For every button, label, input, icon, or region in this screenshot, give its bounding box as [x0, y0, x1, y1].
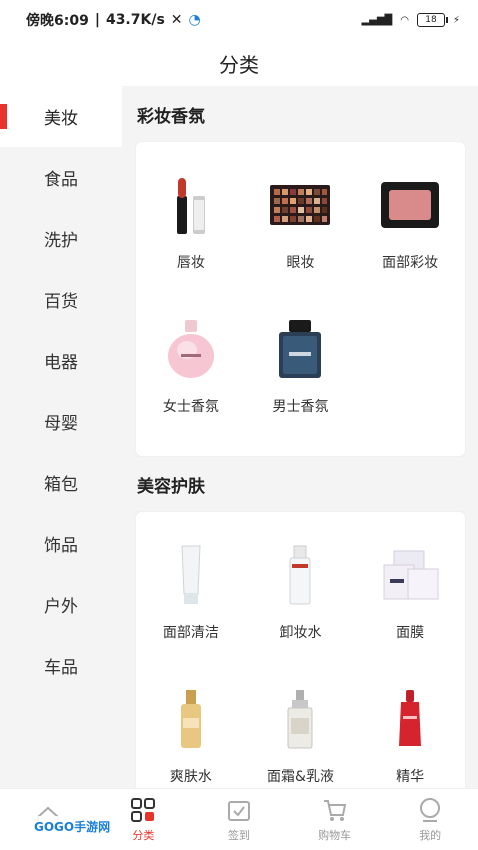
page-header: 分类 — [0, 40, 478, 86]
status-time: 傍晚6:09 — [26, 13, 89, 29]
sidebar-item-label: 箱包 — [44, 475, 78, 495]
category-item-mens-fragrance[interactable]: 男士香氛 — [246, 302, 356, 446]
category-item-face-mask[interactable]: 面膜 — [355, 528, 465, 672]
charging-icon: ⚡ — [452, 14, 460, 26]
sidebar-item-washcare[interactable]: 洗护 — [0, 208, 122, 269]
sidebar-item-food[interactable]: 食品 — [0, 147, 122, 208]
category-item-label: 面部彩妆 — [382, 255, 439, 271]
category-item-label: 男士香氛 — [272, 399, 329, 415]
tab-label: 购物车 — [318, 828, 352, 842]
mute-icon: ✕ — [170, 12, 183, 28]
sidebar-item-accessories[interactable]: 饰品 — [0, 513, 122, 574]
category-item-serum[interactable]: 精华 — [355, 672, 465, 788]
makeup-fragrance-grid: 唇妆 眼妆 面部彩妆 女士香氛 男士香氛 — [136, 142, 465, 456]
network-speed: 43.7K/s — [105, 12, 165, 28]
tab-label: 分类 — [132, 828, 155, 842]
sidebar-item-label: 户外 — [44, 597, 78, 617]
category-content: 彩妆香氛 唇妆 眼妆 面部彩妆 女士香氛 男士香氛 美容护肤 面部清洁 卸妆水 … — [122, 86, 478, 788]
category-item-label: 女士香氛 — [162, 399, 219, 415]
category-item-label: 卸妆水 — [279, 625, 322, 641]
sidebar-item-label: 美妆 — [44, 109, 78, 129]
lipstick-icon — [158, 172, 224, 238]
tab-label: 签到 — [227, 828, 250, 842]
category-item-label: 面霜&乳液 — [267, 769, 334, 785]
wifi-icon: ◠ — [400, 14, 409, 26]
sidebar-item-appliances[interactable]: 电器 — [0, 330, 122, 391]
category-item-makeup-remover[interactable]: 卸妆水 — [246, 528, 356, 672]
status-bar: 傍晚6:09 | 43.7K/s ✕ ◔ ▂▄▆█ ◠ 18 ⚡ — [0, 0, 478, 40]
sidebar-item-label: 车品 — [44, 658, 78, 678]
category-item-label: 唇妆 — [176, 255, 205, 271]
sidebar-item-label: 百货 — [44, 292, 78, 312]
page-title: 分类 — [219, 52, 259, 77]
sidebar-item-label: 电器 — [44, 353, 78, 373]
sidebar-item-baby[interactable]: 母婴 — [0, 391, 122, 452]
app-notification-icon: ◔ — [188, 12, 201, 28]
blush-compact-icon — [377, 172, 443, 238]
sidebar-item-outdoor[interactable]: 户外 — [0, 574, 122, 635]
category-item-label: 精华 — [396, 769, 425, 785]
cart-icon — [323, 799, 346, 821]
sidebar-item-beauty[interactable]: 美妆 — [0, 86, 122, 147]
battery-level: 18 — [425, 15, 437, 25]
category-item-eye[interactable]: 眼妆 — [246, 158, 356, 302]
watermark-logo: GOGO手游网 — [30, 816, 115, 837]
makeup-remover-bottle-icon — [267, 542, 333, 608]
battery-icon: 18 — [416, 13, 448, 27]
skincare-grid: 面部清洁 卸妆水 面膜 爽肤水 面霜&乳液 精华 — [136, 512, 465, 788]
tab-checkin[interactable]: 签到 — [191, 789, 287, 850]
section-title-makeup-fragrance: 彩妆香氛 — [137, 106, 205, 127]
category-item-womens-fragrance[interactable]: 女士香氛 — [136, 302, 246, 446]
category-item-label: 眼妆 — [286, 255, 315, 271]
tab-label: 我的 — [419, 828, 442, 842]
section-title-skincare: 美容护肤 — [137, 476, 205, 497]
sidebar-item-label: 饰品 — [44, 536, 78, 556]
category-item-label: 爽肤水 — [169, 769, 212, 785]
toner-bottle-icon — [158, 686, 224, 752]
eyeshadow-palette-icon — [267, 172, 333, 238]
category-item-cleanser[interactable]: 面部清洁 — [136, 528, 246, 672]
sidebar-item-label: 母婴 — [44, 414, 78, 434]
tab-profile[interactable]: 我的 — [382, 789, 478, 850]
face-mask-pack-icon — [377, 542, 443, 608]
sidebar-item-car[interactable]: 车品 — [0, 635, 122, 696]
profile-icon — [420, 797, 441, 822]
serum-bottle-icon — [377, 686, 443, 752]
category-item-cream-lotion[interactable]: 面霜&乳液 — [246, 672, 356, 788]
cleanser-tube-icon — [158, 542, 224, 608]
category-icon — [131, 797, 156, 822]
mens-perfume-icon — [267, 316, 333, 382]
sidebar-item-label: 食品 — [44, 170, 78, 190]
signal-icon: ▂▄▆█ — [361, 14, 393, 26]
tab-cart[interactable]: 购物车 — [287, 789, 383, 850]
sidebar-item-label: 洗护 — [44, 231, 78, 251]
sidebar-item-general-goods[interactable]: 百货 — [0, 269, 122, 330]
sidebar-item-bags[interactable]: 箱包 — [0, 452, 122, 513]
womens-perfume-icon — [158, 316, 224, 382]
category-item-label: 面部清洁 — [162, 625, 219, 641]
checkin-icon — [227, 800, 250, 821]
category-item-lip[interactable]: 唇妆 — [136, 158, 246, 302]
category-item-label: 面膜 — [396, 625, 425, 641]
category-sidebar: 美妆 食品 洗护 百货 电器 母婴 箱包 饰品 户外 车品 — [0, 86, 122, 788]
cream-bottle-icon — [267, 686, 333, 752]
category-item-toner[interactable]: 爽肤水 — [136, 672, 246, 788]
category-item-face-makeup[interactable]: 面部彩妆 — [355, 158, 465, 302]
